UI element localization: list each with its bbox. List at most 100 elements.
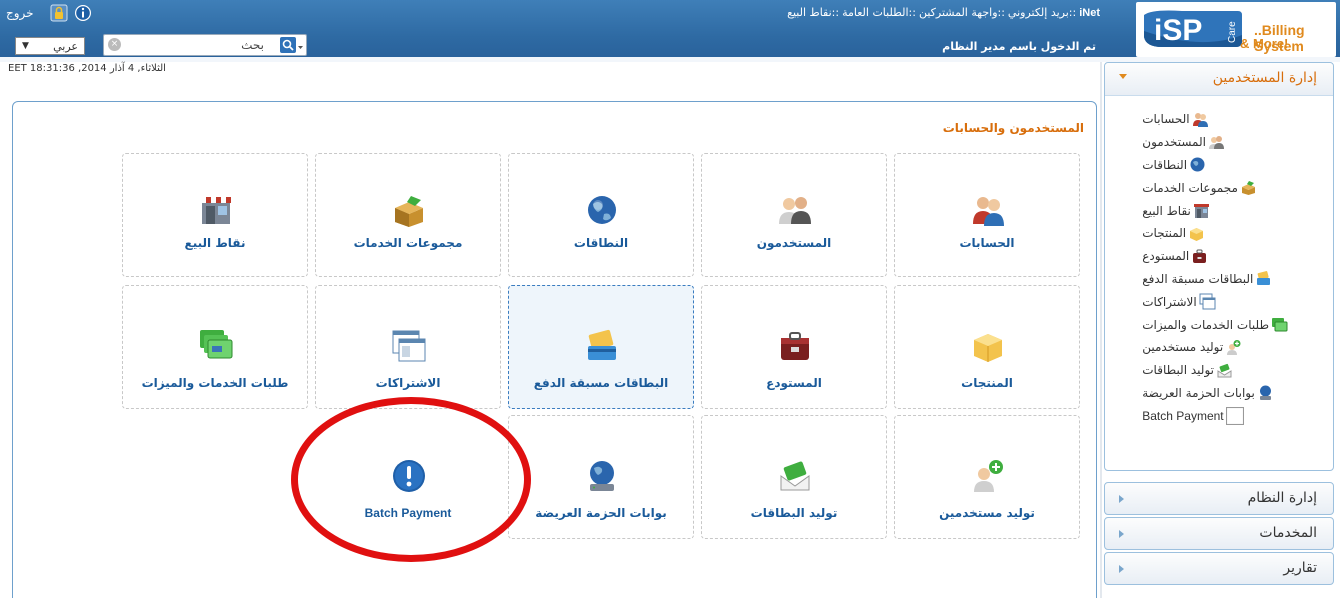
accordion-header-system-management[interactable]: إدارة النظام — [1104, 482, 1334, 515]
svg-text:Care: Care — [1227, 21, 1238, 43]
tile-batch-payment[interactable]: Batch Payment — [315, 415, 501, 539]
accordion-header-servers[interactable]: المخدمات — [1104, 517, 1334, 550]
blank-icon — [1225, 406, 1244, 425]
tile-label: المستخدمون — [756, 236, 832, 250]
logout-link[interactable]: خروج — [6, 6, 34, 20]
tile-label: الاشتراكات — [375, 376, 441, 390]
sidebar-item-products[interactable]: المنتجات — [1142, 222, 1288, 245]
sidebar-item-accounts[interactable]: الحسابات — [1142, 108, 1288, 131]
tile-products[interactable]: المنتجات — [894, 285, 1080, 409]
sidebar-item-subscriptions[interactable]: الاشتراكات — [1142, 290, 1288, 313]
top-navigation: iNet::بريد إلكتروني::واجهة المشتركين::ال… — [740, 6, 1100, 19]
tile-service-requests[interactable]: طلبات الخدمات والميزات — [122, 285, 308, 409]
sidebar-item-service-requests[interactable]: طلبات الخدمات والميزات — [1142, 313, 1288, 336]
card-envelope-icon — [1217, 363, 1232, 378]
tile-label: البطاقات مسبقة الدفع — [533, 376, 669, 390]
product-box-icon — [1190, 227, 1204, 241]
search-input[interactable]: × بحث — [103, 34, 307, 56]
tile-generate-users[interactable]: توليد مستخدمين — [894, 415, 1080, 539]
language-select[interactable]: ▼ عربي — [15, 37, 85, 55]
warehouse-icon — [781, 332, 809, 360]
tile-warehouse[interactable]: المستودع — [701, 285, 887, 409]
tile-service-groups[interactable]: مجموعات الخدمات — [315, 153, 501, 277]
tile-broadband-gateways[interactable]: بوابات الحزمة العريضة — [508, 415, 694, 539]
box-icon — [395, 196, 423, 227]
tile-points-of-sale[interactable]: نقاط البيع — [122, 153, 308, 277]
sidebar-item-generate-cards[interactable]: توليد البطاقات — [1142, 359, 1288, 382]
logout-area: خروج — [6, 4, 92, 22]
nav-subscriber-portal[interactable]: ::واجهة المشتركين — [919, 6, 1005, 19]
language-value: عربي — [53, 39, 78, 53]
nav-points-of-sale[interactable]: ::نقاط البيع — [787, 6, 839, 19]
tile-label: توليد مستخدمين — [939, 506, 1035, 520]
current-datetime: الثلاثاء, 4 آذار 2014, EET 18:31:36 — [8, 63, 166, 74]
tile-subscriptions[interactable]: الاشتراكات — [315, 285, 501, 409]
users-icon — [1192, 112, 1208, 127]
tile-label: توليد البطاقات — [750, 506, 838, 520]
logo-tagline-2: & More! — [1240, 36, 1289, 51]
exclamation-icon — [393, 460, 425, 492]
tile-label: Batch Payment — [364, 506, 452, 520]
tile-label: طلبات الخدمات والميزات — [141, 376, 289, 390]
search-icon[interactable] — [280, 37, 304, 54]
product-box-icon — [974, 334, 1002, 362]
add-user-icon — [974, 460, 1003, 492]
sidebar-item-generate-users[interactable]: توليد مستخدمين — [1142, 336, 1288, 359]
sidebar-menu: الحسابات المستخدمون النطاقات مجموعات الخ… — [1142, 108, 1288, 427]
nav-email[interactable]: ::بريد إلكتروني — [1008, 6, 1076, 19]
broadband-gateway-icon — [590, 461, 614, 491]
isp-care-logo: iSP Care ..Billing System & More! — [1136, 2, 1336, 57]
nav-general-requests[interactable]: ::الطلبات العامة — [842, 6, 916, 19]
page-title: المستخدمون والحسابات — [942, 121, 1084, 135]
tile-accounts[interactable]: الحسابات — [894, 153, 1080, 277]
sidebar-item-batch-payment[interactable]: Batch Payment — [1142, 404, 1288, 427]
chevron-right-icon — [1119, 565, 1124, 573]
lock-icon[interactable] — [50, 4, 68, 22]
search-placeholder: بحث — [241, 38, 264, 52]
sidebar-item-service-groups[interactable]: مجموعات الخدمات — [1142, 176, 1288, 199]
tile-label: المنتجات — [961, 376, 1013, 390]
subscription-window-icon — [392, 330, 426, 362]
panel-splitter[interactable] — [1100, 62, 1102, 598]
tile-prepaid-cards[interactable]: البطاقات مسبقة الدفع — [508, 285, 694, 409]
logo-mark-icon: iSP Care — [1144, 10, 1242, 47]
top-bar: خروج iNet::بريد إلكتروني::واجهة المشتركي… — [0, 0, 1340, 62]
chevron-right-icon — [1119, 530, 1124, 538]
accordion-header-reports[interactable]: تقارير — [1104, 552, 1334, 585]
tile-label: بوابات الحزمة العريضة — [535, 506, 667, 520]
tile-generate-cards[interactable]: توليد البطاقات — [701, 415, 887, 539]
sidebar-item-points-of-sale[interactable]: نقاط البيع — [1142, 199, 1288, 222]
broadband-gateway-icon — [1259, 385, 1271, 401]
tile-domains[interactable]: النطاقات — [508, 153, 694, 277]
card-envelope-icon — [780, 461, 810, 491]
tile-label: المستودع — [766, 376, 822, 390]
welcome-message: تم الدخول باسم مدير النظام — [942, 40, 1096, 53]
tile-users[interactable]: المستخدمون — [701, 153, 887, 277]
sidebar-item-broadband-gateways[interactable]: بوابات الحزمة العريضة — [1142, 382, 1288, 405]
info-icon[interactable] — [74, 4, 92, 22]
store-icon — [201, 197, 231, 224]
clear-icon[interactable]: × — [108, 38, 121, 51]
warehouse-icon — [1193, 249, 1207, 263]
user-icon — [779, 197, 811, 224]
tile-label: مجموعات الخدمات — [353, 236, 463, 250]
box-icon — [1241, 181, 1255, 196]
sidebar-item-domains[interactable]: النطاقات — [1142, 154, 1288, 177]
store-icon — [1193, 204, 1209, 219]
prepaid-card-icon — [1257, 271, 1271, 286]
service-requests-icon — [1272, 318, 1288, 332]
nav-inet[interactable]: iNet — [1079, 7, 1100, 19]
sidebar-item-warehouse[interactable]: المستودع — [1142, 245, 1288, 268]
accordion-title: إدارة المستخدمين — [1212, 70, 1317, 86]
tile-label: النطاقات — [573, 236, 629, 250]
accordion-header-user-management[interactable]: إدارة المستخدمين — [1105, 63, 1333, 96]
tile-label: نقاط البيع — [184, 236, 246, 250]
chevron-right-icon — [1119, 495, 1124, 503]
sidebar-item-prepaid-cards[interactable]: البطاقات مسبقة الدفع — [1142, 268, 1288, 291]
tile-label: الحسابات — [959, 236, 1015, 250]
user-icon — [1209, 135, 1224, 149]
globe-icon — [1190, 157, 1205, 172]
globe-icon — [588, 196, 616, 224]
svg-text:iSP: iSP — [1154, 14, 1202, 47]
sidebar-item-users[interactable]: المستخدمون — [1142, 131, 1288, 154]
